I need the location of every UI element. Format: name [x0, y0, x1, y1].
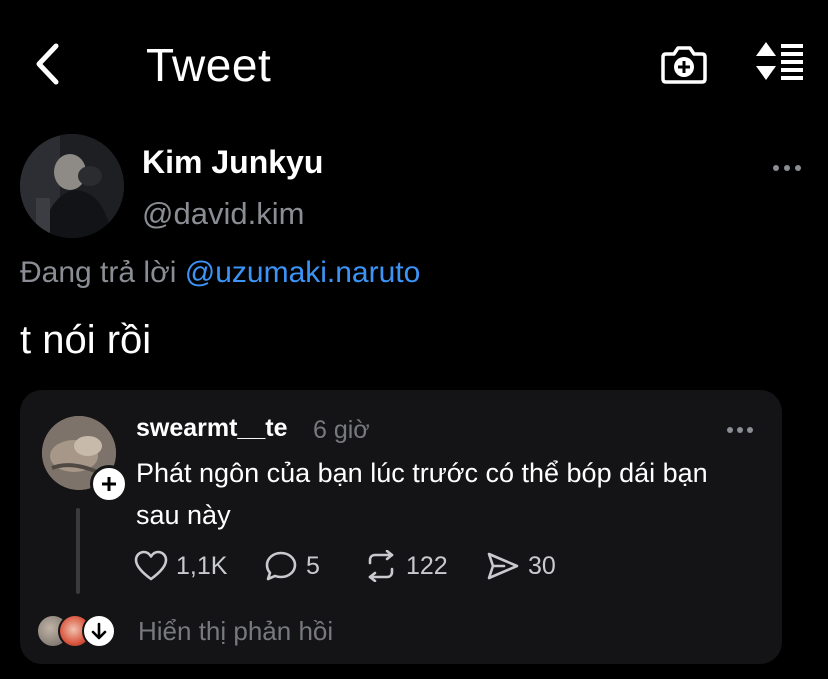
replying-to: Đang trả lời @uzumaki.naruto [20, 256, 420, 290]
follow-button[interactable] [90, 465, 128, 503]
comment-count: 5 [306, 551, 320, 580]
repost-icon [368, 550, 394, 582]
plus-icon [102, 477, 116, 491]
author-photo [20, 134, 124, 238]
more-icon [773, 165, 801, 171]
quoted-username[interactable]: swearmt__te [136, 414, 287, 443]
author-handle[interactable]: @david.kim [142, 196, 304, 232]
share-count: 30 [528, 551, 556, 580]
show-replies-link[interactable]: Hiển thị phản hồi [138, 616, 333, 647]
quoted-text: Phát ngôn của bạn lúc trước có thể bóp d… [136, 458, 708, 530]
sort-icon [756, 42, 803, 80]
back-button[interactable] [28, 40, 68, 88]
share-icon [487, 552, 519, 580]
repost-button[interactable]: 122 [364, 546, 448, 586]
replying-to-label: Đang trả lời [20, 256, 177, 289]
tweet-text: t nói rồi [20, 318, 152, 362]
more-icon [727, 427, 753, 433]
arrow-down-icon [91, 622, 107, 640]
thread-line [76, 508, 80, 594]
quoted-more-button[interactable] [726, 423, 754, 437]
camera-plus-icon [661, 46, 707, 84]
tweet-more-button[interactable] [772, 160, 802, 176]
reply-mention-link[interactable]: @uzumaki.naruto [185, 256, 421, 289]
heart-icon [134, 550, 168, 581]
like-count: 1,1K [176, 551, 228, 580]
comment-button[interactable]: 5 [264, 546, 320, 586]
comment-icon [265, 551, 297, 581]
share-button[interactable]: 30 [486, 546, 556, 586]
repost-count: 122 [406, 551, 448, 580]
author-avatar[interactable] [20, 134, 124, 238]
quoted-timestamp: 6 giờ [313, 416, 370, 444]
author-name[interactable]: Kim Junkyu [142, 144, 323, 181]
like-button[interactable]: 1,1K [134, 546, 227, 586]
chevron-left-icon [36, 43, 59, 85]
reply-avatars[interactable] [36, 614, 118, 648]
expand-replies-button[interactable] [82, 614, 116, 648]
page-title: Tweet [146, 39, 272, 91]
sort-button[interactable] [752, 40, 806, 82]
camera-button[interactable] [660, 40, 708, 86]
